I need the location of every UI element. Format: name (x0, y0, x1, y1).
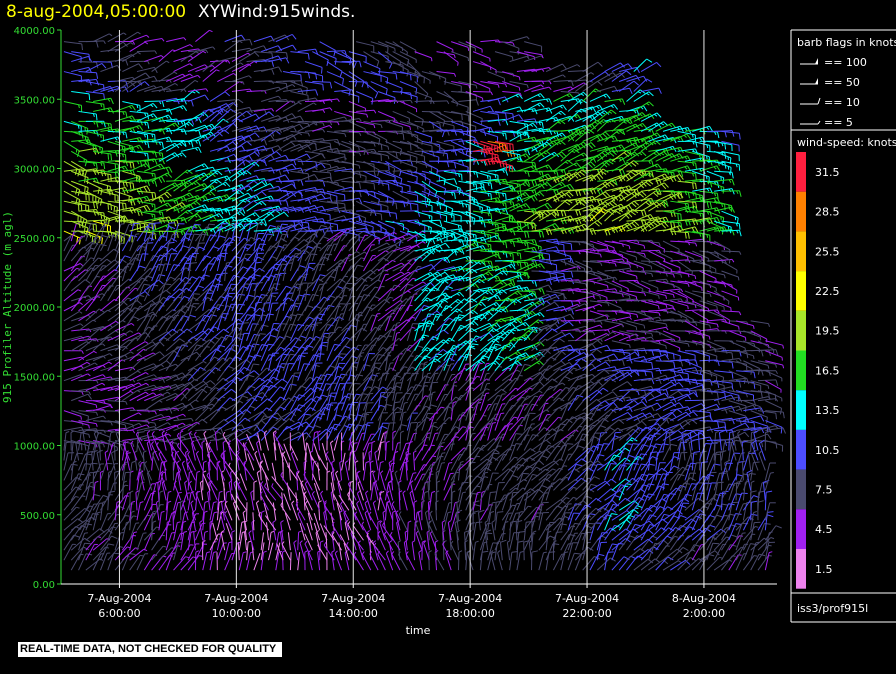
barb-tick (194, 223, 201, 226)
barb-tick (139, 554, 144, 557)
barb-tick (104, 222, 109, 225)
barb-tick (206, 346, 210, 348)
barb-tick (96, 296, 101, 298)
plot-area: 0.00500.001000.001500.002000.002500.0030… (14, 26, 786, 620)
barb-tick (121, 145, 124, 150)
barb-tick (194, 233, 201, 236)
barb-tick (190, 262, 198, 264)
barb-tick (147, 153, 149, 160)
title-datetime: 8-aug-2004,05:00:00 (6, 2, 186, 22)
barb-tick (91, 235, 94, 243)
barb-tick (198, 555, 203, 557)
barb-tick (88, 54, 91, 61)
barb-tick (150, 233, 157, 236)
barb-tick (259, 333, 266, 335)
barb-staff (172, 512, 175, 531)
barb-tick (81, 495, 86, 497)
barb-tick (133, 515, 137, 517)
barb-tick (110, 123, 113, 131)
barb-tick (125, 515, 129, 517)
barb-tick (113, 206, 116, 213)
barb-tick (208, 223, 216, 226)
barb-tick (92, 145, 95, 149)
barb-staff (179, 502, 182, 521)
barb-tick (300, 74, 302, 81)
barb-tick (178, 541, 182, 544)
barb-tick (81, 43, 83, 51)
barb-tick (213, 511, 218, 514)
barb-tick (107, 153, 110, 160)
barb-tick (77, 125, 80, 129)
barb-tick (88, 424, 90, 429)
barb-tick (259, 243, 266, 245)
barb-staff (136, 50, 156, 53)
barb-tick (117, 164, 120, 171)
barb-tick (96, 275, 100, 278)
barb-tick (84, 542, 91, 545)
barb-tick (282, 233, 289, 236)
barb-tick (120, 242, 124, 245)
barb-staff (114, 442, 116, 461)
title-product: XYWind:915winds. (198, 2, 355, 22)
barb-tick (95, 113, 98, 121)
barb-tick (168, 222, 176, 224)
barb-tick (171, 532, 175, 534)
barb-tick (95, 404, 98, 409)
wind-barb (289, 552, 292, 571)
barb-tick (139, 224, 142, 231)
wind-profile-chart: 8-aug-2004,05:00:00 XYWind:915winds. 0.0… (1, 2, 896, 637)
barb-tick (178, 491, 182, 494)
barb-tick (122, 203, 124, 210)
barb-tick (128, 195, 130, 203)
barb-tick (147, 242, 154, 244)
barb-tick (120, 216, 123, 223)
barb-tick (84, 186, 86, 193)
barb-staff (282, 552, 284, 571)
barb-tick (120, 532, 124, 534)
barb-tick (296, 283, 303, 286)
barb-tick (88, 93, 91, 101)
barb-tick (281, 223, 288, 226)
barb-tick (127, 452, 131, 454)
barb-tick (123, 237, 125, 244)
barb-staff (129, 492, 131, 511)
barb-tick (86, 177, 89, 184)
barb-tick (110, 153, 112, 161)
barb-tick (128, 223, 136, 226)
barb-tick (165, 283, 172, 286)
barb-tick (154, 222, 161, 224)
barb-staff (289, 552, 292, 571)
barb-tick (245, 253, 252, 256)
